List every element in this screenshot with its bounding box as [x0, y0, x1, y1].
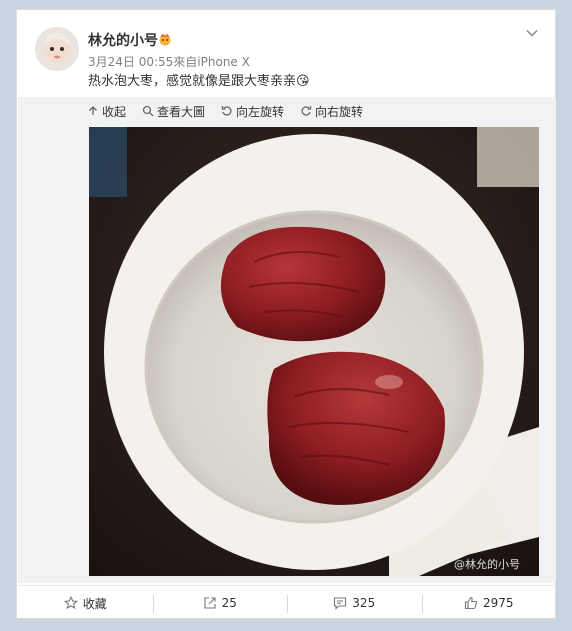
comment-icon — [334, 597, 347, 610]
image-toolbar: 收起 查看大圖 向左旋转 向右旋转 — [87, 102, 363, 120]
like-button[interactable]: 2975 — [421, 586, 557, 620]
post-timestamp-source[interactable]: 3月24日 00:55來自iPhone X — [88, 53, 250, 70]
rotate-left-icon — [221, 106, 232, 116]
collapse-label: 收起 — [102, 104, 127, 119]
rotate-right-label: 向右旋转 — [315, 104, 364, 119]
search-icon — [142, 105, 154, 117]
rotate-left-label: 向左旋转 — [236, 104, 285, 119]
post-photo[interactable]: @林允的小号 — [89, 127, 539, 576]
arrow-up-icon — [89, 106, 97, 115]
avatar-image — [35, 27, 79, 71]
post-text: 热水泡大枣，感觉就像是跟大枣亲亲😘 — [88, 74, 310, 89]
member-crown-icon[interactable] — [158, 32, 172, 46]
thumbs-up-icon — [464, 596, 477, 610]
like-count: 2975 — [482, 596, 514, 610]
comment-button[interactable]: 325 — [287, 586, 422, 620]
comment-count: 325 — [352, 596, 376, 610]
rotate-right-button[interactable]: 向右旋转 — [300, 102, 363, 120]
user-avatar[interactable] — [35, 27, 79, 71]
share-icon — [204, 597, 216, 609]
rotate-right-icon — [301, 106, 312, 116]
view-large-label: 查看大圖 — [157, 104, 206, 119]
collapse-button[interactable]: 收起 — [87, 102, 126, 120]
weibo-post-card: 林允的小号 3月24日 00:55來自iPhone X 热水泡大枣，感觉就像是跟… — [16, 9, 556, 619]
action-bar: 收藏 25 325 2975 — [18, 585, 556, 620]
favorite-label: 收藏 — [82, 596, 107, 611]
star-icon — [63, 596, 78, 610]
username[interactable]: 林允的小号 — [88, 30, 158, 50]
repost-count: 25 — [221, 596, 237, 610]
chevron-down-icon[interactable] — [525, 26, 539, 40]
rotate-left-button[interactable]: 向左旋转 — [221, 102, 284, 120]
favorite-button[interactable]: 收藏 — [18, 586, 153, 620]
repost-button[interactable]: 25 — [152, 586, 288, 620]
photo-watermark: @林允的小号 — [454, 557, 520, 571]
view-large-button[interactable]: 查看大圖 — [142, 102, 205, 120]
